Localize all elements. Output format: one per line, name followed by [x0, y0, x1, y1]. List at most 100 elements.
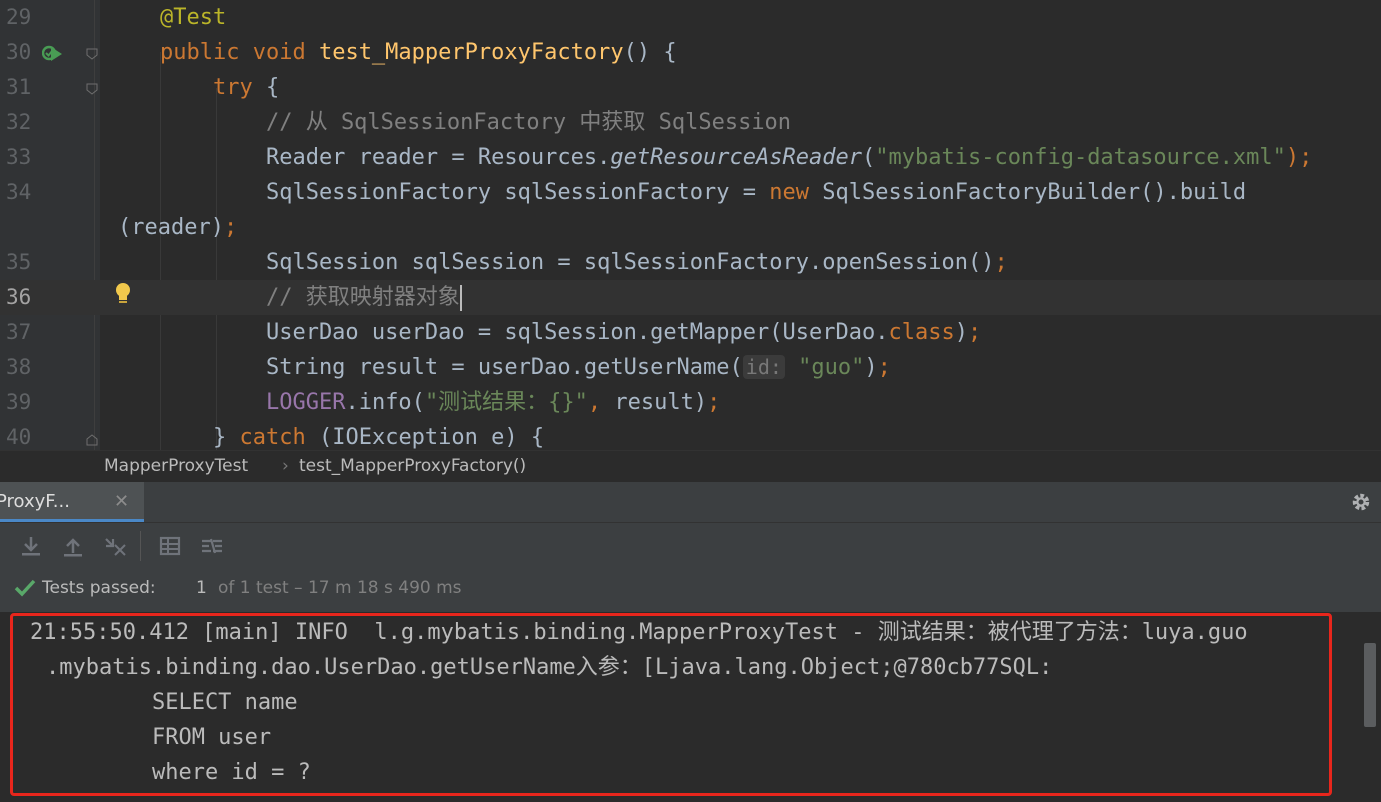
code-token: SqlSessionFactoryBuilder().build: [822, 180, 1247, 205]
code-token: @Test: [160, 5, 227, 30]
code-token: UserDao userDao = sqlSession.getMapper(U…: [160, 320, 889, 345]
run-tab[interactable]: ProxyF... ✕: [0, 482, 144, 522]
table-icon[interactable]: [157, 533, 183, 559]
code-line[interactable]: 39 LOGGER.info("测试结果：{}", result);: [0, 385, 1381, 420]
code-line[interactable]: 32 // 从 SqlSessionFactory 中获取 SqlSession: [0, 105, 1381, 140]
line-number: 33: [6, 145, 32, 169]
import-tests-icon[interactable]: [103, 533, 129, 559]
lightbulb-icon[interactable]: [114, 282, 132, 306]
fold-marker-icon[interactable]: [86, 83, 98, 95]
code-text: public void test_MapperProxyFactory() {: [160, 35, 677, 70]
code-token: Reader reader = Resources.: [160, 145, 611, 170]
text-caret: [459, 285, 462, 311]
code-token: // 获取映射器对象: [160, 285, 460, 310]
close-icon[interactable]: ✕: [114, 482, 129, 522]
fold-marker-icon[interactable]: [86, 48, 98, 60]
code-line[interactable]: (reader);: [0, 210, 1381, 245]
code-token: ): [954, 320, 968, 345]
code-line[interactable]: 33 Reader reader = Resources.getResource…: [0, 140, 1381, 175]
highlight-box: [10, 613, 1332, 796]
code-token: ;: [223, 215, 238, 240]
line-number: 35: [6, 250, 32, 274]
code-line[interactable]: 34 SqlSessionFactory sqlSessionFactory =…: [0, 175, 1381, 210]
line-number: 37: [6, 320, 32, 344]
code-editor[interactable]: 29 @Test 30 public void test_MapperProxyFac…: [0, 0, 1381, 450]
code-text: Reader reader = Resources.getResourceAsR…: [160, 140, 1312, 175]
line-number: 38: [6, 355, 32, 379]
code-token: String result = userDao.getUserName(: [160, 355, 743, 380]
breadcrumb-method[interactable]: test_MapperProxyFactory(): [299, 451, 526, 481]
line-number: 39: [6, 390, 32, 414]
code-token: // 从 SqlSessionFactory 中获取 SqlSession: [160, 110, 792, 135]
line-number: 36: [6, 285, 32, 309]
code-text: UserDao userDao = sqlSession.getMapper(U…: [160, 315, 981, 350]
code-line[interactable]: 37 UserDao userDao = sqlSession.getMappe…: [0, 315, 1381, 350]
code-token: result): [614, 390, 708, 415]
code-text: try {: [160, 70, 279, 105]
line-number: 30: [6, 40, 32, 64]
code-text: } catch (IOException e) {: [160, 420, 544, 450]
code-text: SqlSessionFactory sqlSessionFactory = ne…: [160, 175, 1246, 210]
code-token: LOGGER: [265, 390, 346, 415]
code-token: ): [864, 355, 878, 380]
code-token: ;: [707, 390, 721, 415]
diff-icon[interactable]: [199, 533, 225, 559]
line-number: 29: [6, 5, 32, 29]
code-token: }: [160, 425, 240, 450]
code-line[interactable]: 38 String result = userDao.getUserName(i…: [0, 350, 1381, 385]
gear-icon[interactable]: [1350, 491, 1372, 513]
code-token: (IOException e) {: [318, 425, 545, 450]
run-toolbar: [0, 523, 1381, 569]
code-line[interactable]: 36 // 获取映射器对象: [0, 280, 1381, 315]
code-text: // 获取映射器对象: [160, 280, 462, 315]
code-text: LOGGER.info("测试结果：{}", result);: [160, 385, 720, 420]
code-line[interactable]: 30 public void test_MapperProxyFactory() …: [0, 35, 1381, 70]
code-token: ;: [877, 355, 891, 380]
tab-underline: [0, 519, 144, 522]
code-token: "mybatis-config-datasource.xml": [875, 145, 1286, 170]
code-text: String result = userDao.getUserName(id: …: [160, 350, 891, 385]
toolbar-divider: [140, 531, 141, 561]
code-token: class: [888, 320, 955, 345]
code-token: ,: [587, 390, 615, 415]
code-token: () {: [623, 40, 677, 65]
run-test-icon[interactable]: [42, 42, 66, 66]
run-tab-bar: ProxyF... ✕: [0, 482, 1381, 523]
status-label: Tests passed:: [42, 578, 156, 598]
console-scrollbar[interactable]: [1364, 643, 1376, 727]
code-token: ;: [967, 320, 982, 345]
test-status-line: Tests passed: 1 of 1 test – 17 m 18 s 49…: [0, 570, 1381, 606]
code-token: new: [769, 180, 823, 205]
code-line[interactable]: 31 try {: [0, 70, 1381, 105]
code-token: SqlSession sqlSession = sqlSessionFactor…: [160, 250, 995, 275]
check-icon: [14, 579, 36, 597]
status-count: 1: [196, 578, 207, 598]
code-token: void: [252, 40, 319, 65]
code-text: // 从 SqlSessionFactory 中获取 SqlSession: [160, 105, 791, 140]
line-number: 31: [6, 75, 32, 99]
run-tab-label: ProxyF...: [0, 491, 70, 512]
code-token: {: [265, 75, 280, 100]
code-token: id:: [742, 355, 785, 379]
code-token: "测试结果：{}": [424, 390, 588, 415]
breadcrumb-class[interactable]: MapperProxyTest: [104, 451, 248, 481]
code-line[interactable]: 40 } catch (IOException e) {: [0, 420, 1381, 450]
upload-icon[interactable]: [60, 533, 86, 559]
code-text: SqlSession sqlSession = sqlSessionFactor…: [160, 245, 1008, 280]
code-token: SqlSessionFactory sqlSessionFactory =: [160, 180, 770, 205]
breadcrumb-separator: ›: [282, 456, 289, 476]
code-line[interactable]: 29 @Test: [0, 0, 1381, 35]
line-number: 34: [6, 180, 32, 204]
code-token: test_MapperProxyFactory: [318, 40, 624, 65]
line-number: 40: [6, 425, 32, 449]
download-icon[interactable]: [18, 533, 44, 559]
code-token: "guo": [798, 355, 865, 380]
code-line[interactable]: 35 SqlSession sqlSession = sqlSessionFac…: [0, 245, 1381, 280]
code-token: public: [160, 40, 253, 65]
code-token: (reader): [118, 215, 224, 240]
code-token: (: [862, 145, 876, 170]
status-detail: of 1 test – 17 m 18 s 490 ms: [218, 578, 462, 598]
fold-marker-icon[interactable]: [86, 434, 98, 446]
